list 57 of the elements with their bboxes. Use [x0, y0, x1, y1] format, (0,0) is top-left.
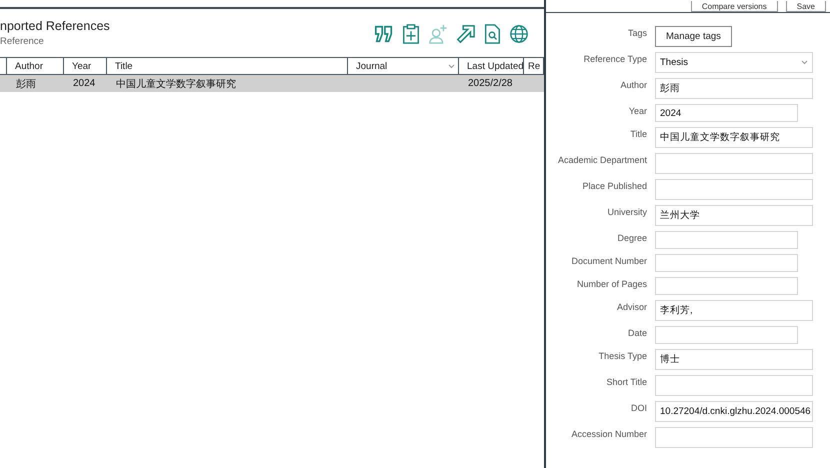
table-cell: 2024 [64, 75, 107, 92]
clipboard-add-button[interactable] [400, 23, 422, 45]
input-field[interactable] [655, 231, 798, 249]
field-label: University [606, 206, 647, 217]
field-label: DOI [630, 402, 647, 413]
field-label: Number of Pages [576, 278, 647, 289]
file-search-icon [482, 24, 502, 44]
chevron-down-icon [448, 64, 455, 68]
field-label: Tags [626, 27, 647, 38]
library-subtitle: Reference [0, 36, 45, 47]
input-field[interactable]: 2024 [655, 104, 798, 122]
input-field[interactable] [655, 179, 813, 200]
field-label: Reference Type [582, 53, 647, 64]
library-title: nported References [0, 19, 110, 33]
field-label: Thesis Type [598, 350, 647, 361]
field-label: Title [629, 128, 647, 139]
input-field[interactable]: 10.27204/d.cnki.glzhu.2024.000546 [655, 401, 813, 422]
field-label: Document Number [570, 255, 647, 266]
table-cell: 彭雨 [7, 75, 64, 92]
input-field[interactable] [655, 427, 813, 448]
input-field[interactable]: 李利芳, [655, 300, 813, 321]
reference-type-select[interactable]: Thesis [655, 52, 813, 73]
clipboard-add-icon [401, 24, 421, 44]
field-label: Date [626, 327, 647, 338]
toolbar-button[interactable]: Save [786, 1, 826, 12]
field-label: Academic Department [556, 154, 647, 165]
field-label: Author [619, 79, 647, 90]
field-label: Degree [616, 232, 647, 243]
input-field[interactable]: 博士 [655, 349, 813, 370]
quote-icon [374, 24, 394, 44]
input-field[interactable] [655, 326, 798, 344]
input-field[interactable] [655, 375, 813, 396]
input-field[interactable]: 兰州大学 [655, 205, 813, 226]
column-header[interactable]: Journal [348, 57, 459, 75]
field-label: Year [628, 105, 647, 116]
globe-icon [509, 24, 529, 44]
column-header[interactable]: Title [107, 57, 348, 75]
manage-tags-button[interactable]: Manage tags [655, 26, 732, 47]
table-cell: 2025/2/28 [459, 75, 524, 92]
arrow-icon [455, 24, 475, 44]
quote-button[interactable] [373, 23, 395, 45]
input-field[interactable]: 彭雨 [655, 78, 813, 99]
table-cell: 中国儿童文学数字叙事研究 [107, 75, 348, 92]
toolbar-button[interactable]: Compare versions [690, 1, 778, 12]
table-cell [524, 75, 544, 92]
globe-button[interactable] [508, 23, 530, 45]
field-label: Short Title [605, 376, 647, 387]
field-label: Advisor [616, 301, 647, 312]
person-add-icon [428, 24, 448, 44]
input-field[interactable] [655, 153, 813, 174]
input-field[interactable] [655, 254, 798, 272]
field-label: Accession Number [570, 428, 647, 439]
chevron-down-icon [801, 60, 808, 65]
field-label: Place Published [581, 180, 647, 191]
input-field[interactable]: 中国儿童文学数字叙事研究 [655, 127, 813, 148]
input-field[interactable] [655, 277, 798, 295]
arrow-button[interactable] [454, 23, 476, 45]
